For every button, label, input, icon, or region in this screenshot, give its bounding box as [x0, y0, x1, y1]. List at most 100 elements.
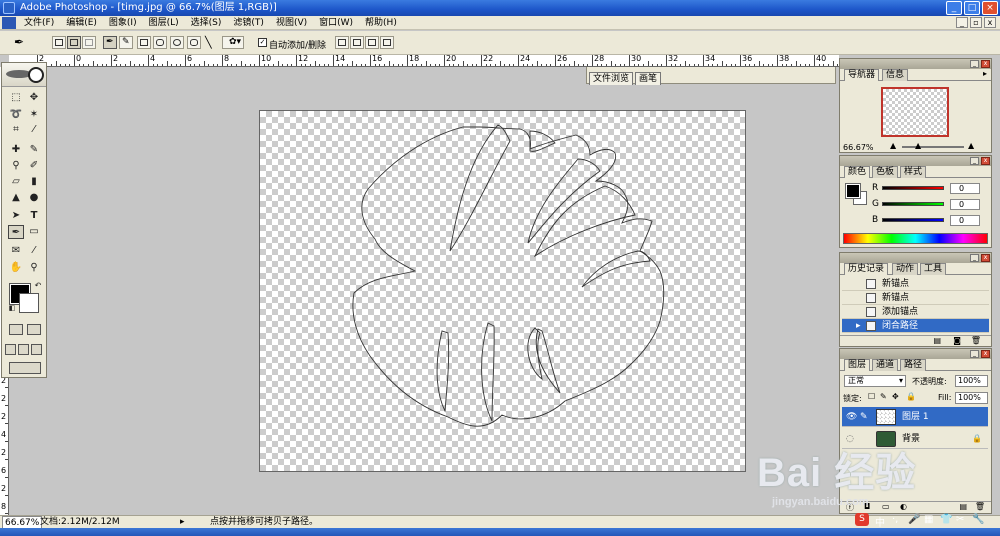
wrench-icon[interactable]: 🔧: [972, 514, 984, 525]
lock-all-icon[interactable]: 🔒: [906, 392, 916, 401]
tab-history[interactable]: 历史记录: [844, 263, 889, 275]
line-icon[interactable]: ╲: [205, 36, 219, 49]
doc-close-button[interactable]: x: [984, 17, 996, 28]
slice-tool-icon[interactable]: ⁄: [26, 123, 42, 137]
blend-mode-select[interactable]: 正常 ▾: [844, 375, 906, 387]
jump-to-imageready-button[interactable]: [9, 362, 41, 374]
doc-minimize-button[interactable]: _: [956, 17, 968, 28]
lock-position-icon[interactable]: ✥: [892, 392, 899, 401]
tab-info[interactable]: 信息: [882, 69, 909, 81]
zoom-out-icon[interactable]: ▲: [890, 141, 896, 150]
delete-state-icon[interactable]: 🗑: [971, 336, 981, 345]
panel-close-button[interactable]: x: [981, 254, 990, 262]
channel-b-slider[interactable]: [882, 218, 944, 222]
pen-tool-preset-icon[interactable]: ✒: [14, 36, 28, 49]
menu-select[interactable]: 选择(S): [185, 16, 228, 30]
eyedropper-tool-icon[interactable]: ⁄: [26, 244, 42, 258]
tab-color[interactable]: 颜色: [844, 166, 871, 178]
status-arrow-icon[interactable]: ▸: [180, 516, 185, 528]
hand-tool-icon[interactable]: ✋: [8, 261, 24, 275]
scissors-icon[interactable]: ✂: [956, 514, 964, 525]
dodge-tool-icon[interactable]: ●: [26, 191, 42, 205]
swap-colors-icon[interactable]: ↶: [30, 279, 46, 293]
zoom-slider[interactable]: [902, 146, 964, 148]
panel-minimize-button[interactable]: _: [970, 350, 979, 358]
history-brush-tool-icon[interactable]: ✐: [26, 159, 42, 173]
screen-mode-full-button[interactable]: [31, 344, 42, 355]
lock-transparency-icon[interactable]: ☐: [868, 392, 875, 401]
lock-image-icon[interactable]: ✎: [880, 392, 887, 401]
path-subtract-button[interactable]: [350, 36, 364, 49]
menu-window[interactable]: 窗口(W): [313, 16, 359, 30]
notes-tool-icon[interactable]: ✉: [8, 244, 24, 258]
clone-stamp-tool-icon[interactable]: ⚲: [8, 159, 24, 173]
panel-minimize-button[interactable]: _: [970, 157, 979, 165]
tab-paths[interactable]: 路径: [900, 359, 927, 371]
menu-image[interactable]: 图象(I): [103, 16, 143, 30]
pen-option-button[interactable]: ✒: [103, 36, 117, 49]
zoom-slider-thumb-icon[interactable]: ▲: [915, 141, 921, 150]
shape-tool-icon[interactable]: ▭: [26, 225, 42, 239]
brush-tool-icon[interactable]: ✎: [26, 143, 42, 157]
menu-layer[interactable]: 图层(L): [143, 16, 185, 30]
visibility-eye-icon[interactable]: 👁: [846, 407, 857, 427]
lasso-tool-icon[interactable]: ➰: [8, 108, 24, 122]
fill-pixels-button[interactable]: [82, 36, 96, 49]
document-canvas[interactable]: [259, 110, 746, 472]
tab-tool-presets[interactable]: 工具: [920, 263, 947, 275]
keyboard-icon[interactable]: ▦: [924, 514, 933, 525]
eraser-tool-icon[interactable]: ▱: [8, 175, 24, 189]
path-add-button[interactable]: [335, 36, 349, 49]
path-exclude-button[interactable]: [380, 36, 394, 49]
channel-r-slider[interactable]: [882, 186, 944, 190]
auto-add-delete-checkbox[interactable]: ✓: [258, 38, 267, 47]
magic-wand-tool-icon[interactable]: ✶: [26, 108, 42, 122]
color-ramp[interactable]: [843, 233, 988, 244]
freeform-pen-button[interactable]: ✎: [119, 36, 133, 49]
tab-layers[interactable]: 图层: [844, 359, 871, 371]
opacity-input[interactable]: 100%: [955, 375, 988, 387]
panel-close-button[interactable]: x: [981, 157, 990, 165]
move-tool-icon[interactable]: ✥: [26, 91, 42, 105]
layer-row-layer1[interactable]: 👁 ✎ 图层 1: [842, 407, 988, 427]
healing-brush-tool-icon[interactable]: ✚: [8, 143, 24, 157]
zoom-tool-icon[interactable]: ⚲: [26, 261, 42, 275]
tab-navigator[interactable]: 导航器: [844, 69, 880, 81]
path-selection-tool-icon[interactable]: ➤: [8, 209, 24, 223]
path-intersect-button[interactable]: [365, 36, 379, 49]
crop-tool-icon[interactable]: ⌗: [8, 123, 24, 137]
screen-mode-full-menu-button[interactable]: [18, 344, 29, 355]
history-item[interactable]: 添加锚点: [842, 305, 989, 319]
paths-mode-button[interactable]: [67, 36, 81, 49]
ime-language-indicator[interactable]: 中: [875, 514, 885, 529]
shape-layers-button[interactable]: [52, 36, 66, 49]
standard-mode-button[interactable]: [9, 324, 23, 335]
panel-minimize-button[interactable]: _: [970, 254, 979, 262]
microphone-icon[interactable]: 🎤: [908, 514, 920, 525]
pen-tool-icon[interactable]: ✒: [8, 225, 24, 239]
new-snapshot-icon[interactable]: ◙: [953, 336, 961, 345]
screen-mode-standard-button[interactable]: [5, 344, 16, 355]
color-fg-swatch[interactable]: [845, 183, 861, 199]
close-button[interactable]: ×: [982, 1, 998, 15]
panel-minimize-button[interactable]: _: [970, 60, 979, 68]
history-item[interactable]: 新锚点: [842, 277, 989, 291]
tab-actions[interactable]: 动作: [892, 263, 919, 275]
menu-filter[interactable]: 滤镜(T): [227, 16, 270, 30]
ime-punctuation-icon[interactable]: ·,: [892, 514, 898, 525]
type-tool-icon[interactable]: T: [26, 209, 42, 223]
channel-g-value[interactable]: 0: [950, 199, 980, 210]
document-icon[interactable]: [2, 16, 16, 29]
rounded-rectangle-button[interactable]: [153, 36, 167, 49]
quick-mask-mode-button[interactable]: [27, 324, 41, 335]
maximize-button[interactable]: □: [964, 1, 980, 15]
menu-view[interactable]: 视图(V): [270, 16, 313, 30]
menu-edit[interactable]: 编辑(E): [60, 16, 103, 30]
history-item[interactable]: 新锚点: [842, 291, 989, 305]
menu-file[interactable]: 文件(F): [18, 16, 60, 30]
channel-b-value[interactable]: 0: [950, 215, 980, 226]
custom-shape-button[interactable]: ✿▾: [222, 36, 244, 49]
skin-icon[interactable]: 👕: [940, 514, 952, 525]
background-color-swatch[interactable]: [19, 293, 39, 313]
tab-channels[interactable]: 通道: [872, 359, 899, 371]
